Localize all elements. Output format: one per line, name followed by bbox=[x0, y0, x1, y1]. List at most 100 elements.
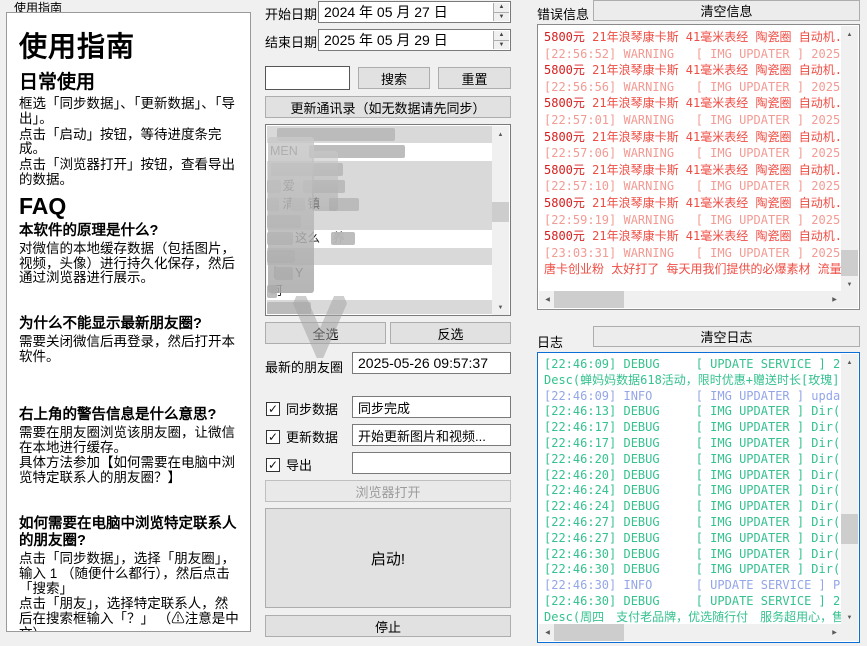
scroll-thumb[interactable] bbox=[492, 202, 509, 222]
log-line: [22:46:09] INFO [ IMG UPDATER ] updating bbox=[544, 389, 841, 405]
log-line: [22:46:20] DEBUG [ IMG UPDATER ] Dir(202… bbox=[544, 468, 841, 484]
log-vscrollbar[interactable]: ▲ ▼ bbox=[841, 354, 858, 626]
clear-errors-button[interactable]: 清空信息 bbox=[593, 0, 860, 21]
error-line: [22:56:52] WARNING [ IMG UPDATER ] 2025-… bbox=[544, 46, 841, 63]
export-status-field[interactable] bbox=[352, 452, 511, 474]
error-hscrollbar[interactable]: ◀ ▶ bbox=[539, 291, 843, 308]
redaction-overlay bbox=[312, 151, 338, 211]
update-contacts-button[interactable]: 更新通讯录（如无数据请先同步） bbox=[265, 96, 511, 118]
spinner-up-icon[interactable]: ▲ bbox=[494, 31, 509, 40]
guide-daily-heading: 日常使用 bbox=[19, 67, 239, 94]
faq-item: 本软件的原理是什么? 对微信的本地缓存数据（包括图片，视频，头像）进行持久化保存… bbox=[19, 223, 239, 286]
log-line: [22:46:24] DEBUG [ IMG UPDATER ] Dir(202… bbox=[544, 483, 841, 499]
search-button[interactable]: 搜索 bbox=[358, 67, 430, 89]
update-status-value: 开始更新图片和视频... bbox=[358, 426, 486, 445]
stop-button[interactable]: 停止 bbox=[265, 615, 511, 637]
error-log-box[interactable]: 5800元 21年浪琴康卡斯 41毫米表经 陶瓷圈 自动机..[22:56:52… bbox=[537, 24, 860, 310]
select-all-button[interactable]: 全选 bbox=[265, 322, 386, 344]
open-browser-button[interactable]: 浏览器打开 bbox=[265, 480, 511, 502]
scroll-up-icon[interactable]: ▲ bbox=[841, 26, 858, 43]
list-item[interactable] bbox=[267, 300, 492, 314]
faq-answer: 需要关闭微信后再登录，然后打开本软件。 bbox=[19, 335, 239, 365]
sync-status-field[interactable]: 同步完成 bbox=[352, 396, 511, 418]
error-line: 5800元 21年浪琴康卡斯 41毫米表经 陶瓷圈 自动机.. bbox=[544, 29, 841, 46]
invert-selection-button[interactable]: 反选 bbox=[390, 322, 511, 344]
start-date-field[interactable]: 2024 年 05 月 27 日 ▲ ▼ bbox=[318, 1, 511, 23]
error-line: 5800元 21年浪琴康卡斯 41毫米表经 陶瓷圈 自动机.. bbox=[544, 62, 841, 79]
latest-moments-field[interactable]: 2025-05-26 09:57:37 bbox=[352, 352, 511, 374]
clear-log-button[interactable]: 清空日志 bbox=[593, 326, 860, 347]
scroll-thumb[interactable] bbox=[554, 291, 624, 308]
log-line: [22:46:30] DEBUG [ IMG UPDATER ] Dir(202… bbox=[544, 547, 841, 563]
contact-listbox[interactable]: MEN 爱 清 镇 这么 养卜 Y珂 ▲ ▼ bbox=[265, 124, 511, 316]
usage-guide-panel: 使用指南 日常使用 框选「同步数据」、「更新数据」、「导出」。 点击「启动」按钮… bbox=[6, 12, 251, 632]
log-line: Desc(周四 支付老品牌，优选随行付 服务超用心，售 bbox=[544, 610, 841, 624]
log-line: [22:46:27] DEBUG [ IMG UPDATER ] Dir(202… bbox=[544, 531, 841, 547]
log-line: [22:46:30] DEBUG [ IMG UPDATER ] Dir(202… bbox=[544, 562, 841, 578]
faq-item: 为什么不能显示最新朋友圈? 需要关闭微信后再登录，然后打开本软件。 bbox=[19, 316, 239, 365]
sync-data-checkbox[interactable]: ✓ bbox=[266, 402, 280, 416]
spinner-up-icon[interactable]: ▲ bbox=[494, 3, 509, 12]
log-line: [22:46:20] DEBUG [ IMG UPDATER ] Dir(202… bbox=[544, 452, 841, 468]
update-data-checkbox[interactable]: ✓ bbox=[266, 430, 280, 444]
log-line: [22:46:24] DEBUG [ IMG UPDATER ] Dir(202… bbox=[544, 499, 841, 515]
redaction-bar bbox=[331, 232, 355, 245]
error-line: [22:56:56] WARNING [ IMG UPDATER ] 2025-… bbox=[544, 79, 841, 96]
log-line: [22:46:09] DEBUG [ UPDATE SERVICE ] 2025… bbox=[544, 357, 841, 373]
error-vscrollbar[interactable]: ▲ ▼ bbox=[841, 26, 858, 293]
spinner-down-icon[interactable]: ▼ bbox=[494, 40, 509, 50]
scrollbar-corner bbox=[841, 291, 858, 308]
error-line: [22:57:06] WARNING [ IMG UPDATER ] 2025-… bbox=[544, 145, 841, 162]
scroll-thumb[interactable] bbox=[554, 624, 624, 641]
log-hscrollbar[interactable]: ◀ ▶ bbox=[539, 624, 843, 641]
end-date-field[interactable]: 2025 年 05 月 29 日 ▲ ▼ bbox=[318, 29, 511, 51]
error-line: 5800元 21年浪琴康卡斯 41毫米表经 陶瓷圈 自动机.. bbox=[544, 228, 841, 245]
faq-answer: 点击「同步数据」，选择「朋友圈」，输入 1 （随便什么都行），然后点击「搜索」 bbox=[19, 552, 239, 596]
log-line: [22:46:17] DEBUG [ IMG UPDATER ] Dir(202… bbox=[544, 436, 841, 452]
end-date-label: 结束日期 bbox=[265, 32, 317, 51]
faq-item: 右上角的警告信息是什么意思? 需要在朋友圈浏览该朋友圈，让微信在本地进行缓存。 … bbox=[19, 407, 239, 486]
update-data-label: 更新数据 bbox=[286, 427, 338, 446]
log-lines: [22:46:09] DEBUG [ UPDATE SERVICE ] 2025… bbox=[539, 355, 841, 624]
log-line: [22:46:30] DEBUG [ UPDATE SERVICE ] 2025… bbox=[544, 594, 841, 610]
scrollbar-corner bbox=[841, 624, 858, 641]
error-line: 5800元 21年浪琴康卡斯 41毫米表经 陶瓷圈 自动机.. bbox=[544, 195, 841, 212]
export-checkbox[interactable]: ✓ bbox=[266, 458, 280, 472]
update-status-field[interactable]: 开始更新图片和视频... bbox=[352, 424, 511, 446]
latest-moments-label: 最新的朋友圈 bbox=[265, 357, 343, 376]
spinner-down-icon[interactable]: ▼ bbox=[494, 12, 509, 22]
scroll-down-icon[interactable]: ▼ bbox=[492, 299, 509, 316]
faq-item: 如何需要在电脑中浏览特定联系人的朋友圈? 点击「同步数据」，选择「朋友圈」，输入… bbox=[19, 516, 239, 632]
error-line: [22:57:01] WARNING [ IMG UPDATER ] 2025-… bbox=[544, 112, 841, 129]
scroll-thumb[interactable] bbox=[841, 250, 858, 276]
sync-data-checkrow: ✓ 同步数据 bbox=[266, 399, 338, 418]
end-date-value: 2025 年 05 月 29 日 bbox=[324, 30, 448, 50]
faq-question: 如何需要在电脑中浏览特定联系人的朋友圈? bbox=[19, 516, 239, 550]
log-line: [22:46:13] DEBUG [ IMG UPDATER ] Dir(202… bbox=[544, 404, 841, 420]
error-line: 唐卡创业粉 太好打了 每天用我们提供的必爆素材 流量轻 bbox=[544, 261, 841, 278]
faq-answer: 需要在朋友圈浏览该朋友圈，让微信在本地进行缓存。 bbox=[19, 426, 239, 456]
guide-title: 使用指南 bbox=[19, 25, 239, 65]
search-input[interactable] bbox=[265, 66, 350, 90]
scroll-up-icon[interactable]: ▲ bbox=[841, 354, 858, 371]
error-line: 5800元 21年浪琴康卡斯 41毫米表经 陶瓷圈 自动机.. bbox=[544, 129, 841, 146]
scroll-up-icon[interactable]: ▲ bbox=[492, 126, 509, 143]
end-date-spinner: ▲ ▼ bbox=[493, 31, 509, 49]
redaction-overlay bbox=[268, 137, 314, 293]
guide-daily-step: 点击「浏览器打开」按钮，查看导出的数据。 bbox=[19, 158, 239, 188]
error-line: [23:03:31] WARNING [ IMG UPDATER ] 2025-… bbox=[544, 245, 841, 262]
faq-answer: 点击「朋友」，选择特定联系人，然后在搜索框输入「？」 （⚠注意是中文） bbox=[19, 597, 239, 632]
contact-list-scrollbar[interactable]: ▲ ▼ bbox=[492, 126, 509, 316]
log-line: [22:46:27] DEBUG [ IMG UPDATER ] Dir(202… bbox=[544, 515, 841, 531]
log-label: 日志 bbox=[537, 332, 563, 351]
export-label: 导出 bbox=[286, 455, 312, 474]
sync-status-value: 同步完成 bbox=[358, 398, 410, 417]
log-box[interactable]: [22:46:09] DEBUG [ UPDATE SERVICE ] 2025… bbox=[537, 352, 860, 643]
error-line: [22:57:10] WARNING [ IMG UPDATER ] 2025-… bbox=[544, 178, 841, 195]
reset-button[interactable]: 重置 bbox=[438, 67, 511, 89]
start-date-value: 2024 年 05 月 27 日 bbox=[324, 2, 448, 22]
scroll-thumb[interactable] bbox=[841, 514, 858, 544]
start-button[interactable]: 启动! bbox=[265, 508, 511, 608]
guide-faq-heading: FAQ bbox=[19, 193, 239, 220]
log-line: [22:46:30] INFO [ UPDATE SERVICE ] Proce bbox=[544, 578, 841, 594]
